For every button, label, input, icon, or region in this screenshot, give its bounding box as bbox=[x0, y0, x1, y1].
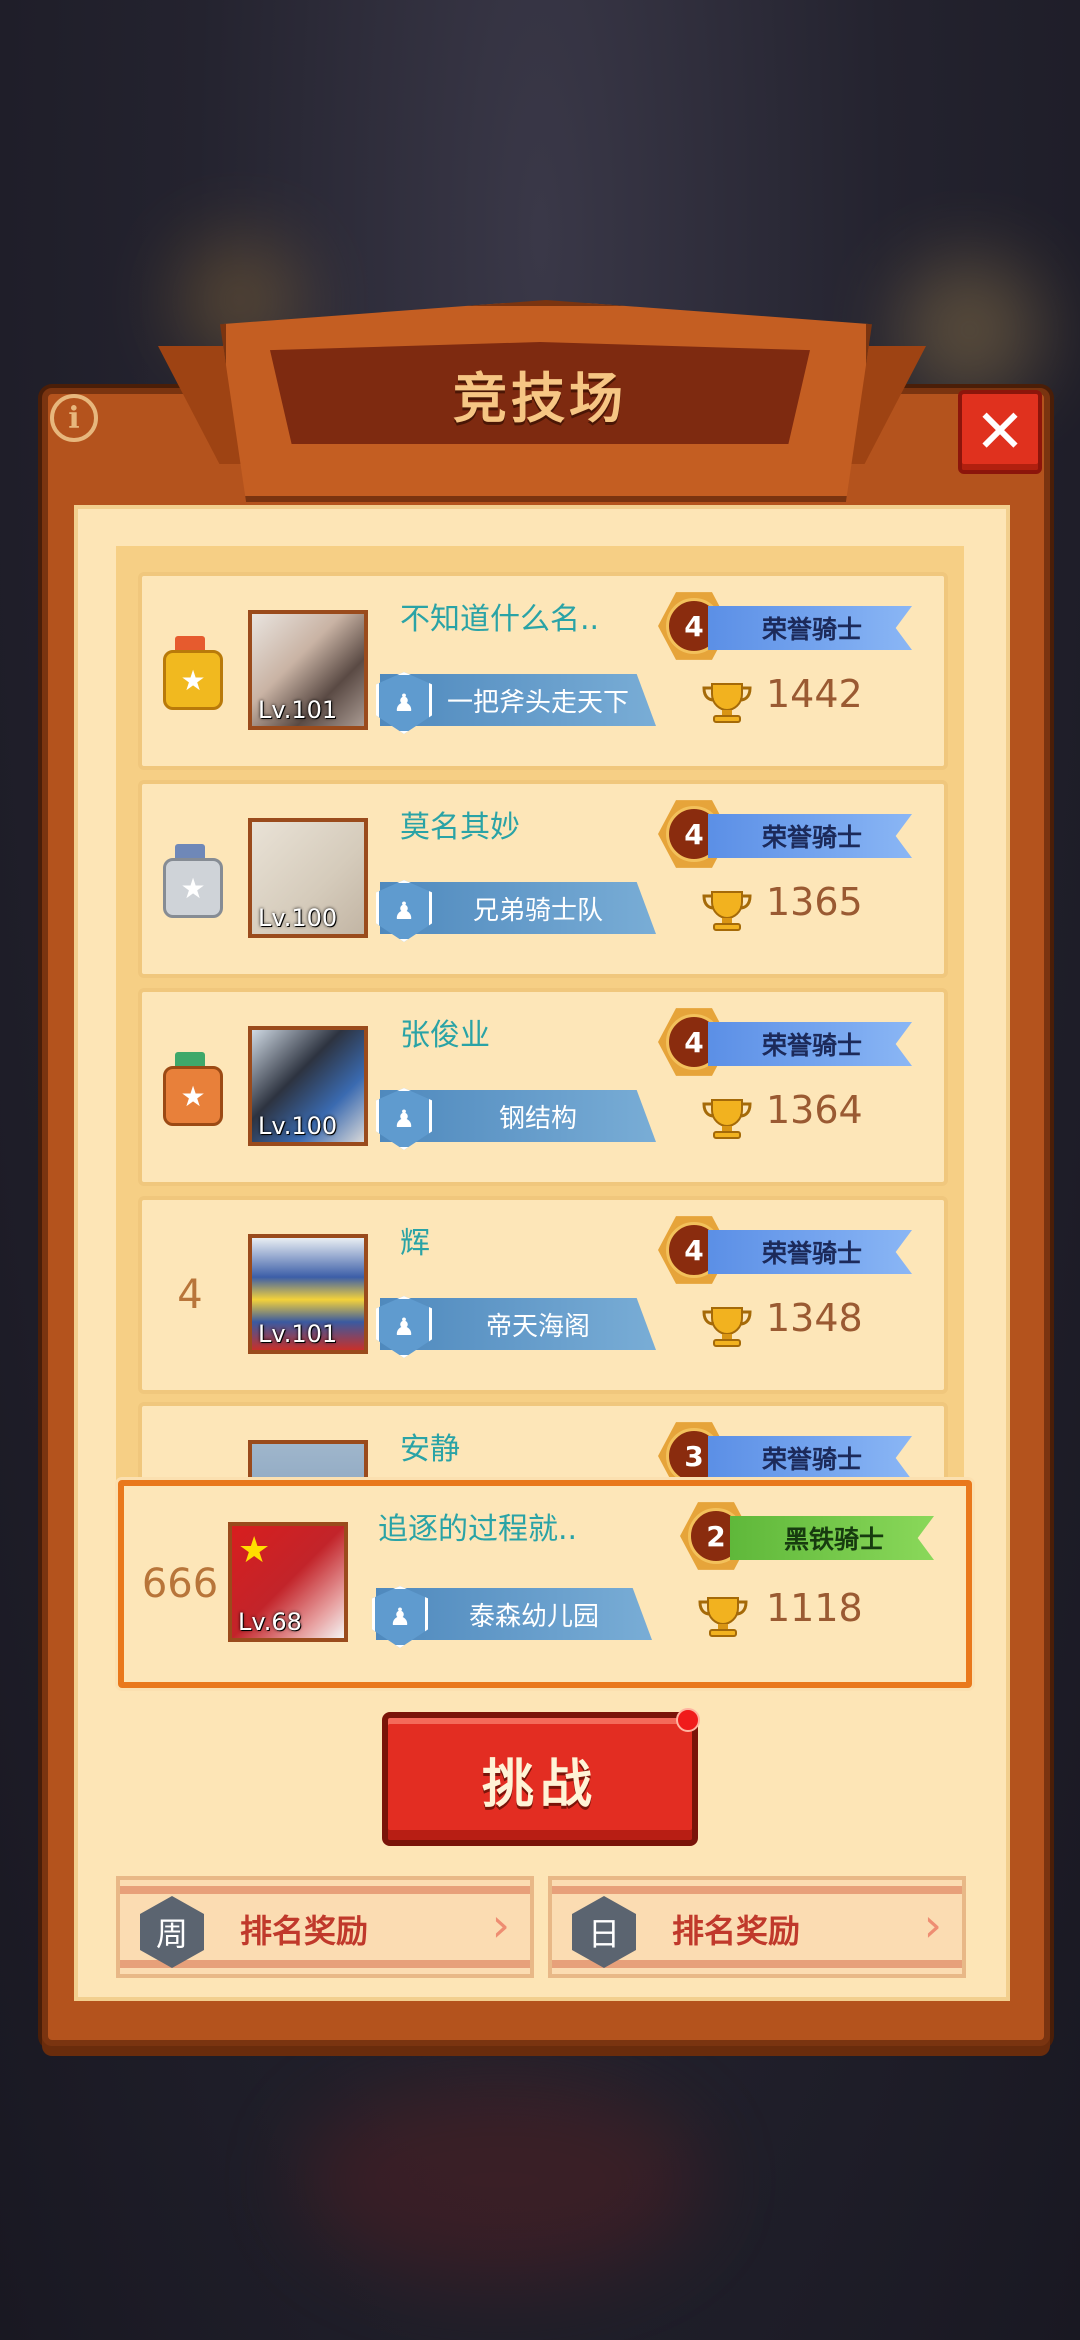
my-knight-title: 黑铁骑士 bbox=[730, 1516, 934, 1560]
ranking-row[interactable]: ★ Lv.101 不知道什么名.. 一把斧头走天下 ♟ 4 荣誉骑士 1442 bbox=[138, 572, 948, 770]
background-light bbox=[300, 2080, 700, 2280]
close-button[interactable]: ✕ bbox=[958, 390, 1042, 474]
challenge-button[interactable]: 挑战 bbox=[382, 1712, 698, 1846]
notification-dot bbox=[676, 1708, 700, 1732]
background-light bbox=[900, 260, 1040, 400]
trophy-score: 1364 bbox=[766, 1088, 863, 1132]
weekly-badge-icon: 周 bbox=[140, 1896, 204, 1968]
rank-cell: ★ bbox=[142, 576, 238, 766]
gold-medal-icon: ★ bbox=[161, 636, 223, 710]
rank-cell: 4 bbox=[142, 1200, 238, 1390]
trophy-score: 1442 bbox=[766, 672, 863, 716]
weekly-reward-label: 排名奖励 bbox=[240, 1912, 369, 1950]
my-level: Lv.68 bbox=[238, 1608, 302, 1636]
player-level: Lv.101 bbox=[258, 1320, 338, 1348]
rank-cell: ★ bbox=[142, 992, 238, 1182]
silver-medal-icon: ★ bbox=[161, 844, 223, 918]
trophy-icon bbox=[702, 1307, 752, 1347]
player-name: 张俊业 bbox=[400, 1018, 490, 1053]
trophy-icon bbox=[702, 891, 752, 931]
info-icon[interactable]: i bbox=[50, 394, 98, 442]
weekly-reward-button[interactable]: 周 排名奖励 › bbox=[116, 1876, 534, 1978]
trophy-score: 1365 bbox=[766, 880, 863, 924]
player-level: Lv.100 bbox=[258, 904, 338, 932]
player-name: 莫名其妙 bbox=[400, 810, 520, 845]
ranking-row[interactable]: ★ Lv.100 莫名其妙 兄弟骑士队 ♟ 4 荣誉骑士 1365 bbox=[138, 780, 948, 978]
player-level: Lv.100 bbox=[258, 1112, 338, 1140]
avatar[interactable]: Lv.100 bbox=[248, 1026, 368, 1146]
ranking-row[interactable]: ★ Lv.100 张俊业 钢结构 ♟ 4 荣誉骑士 1364 bbox=[138, 988, 948, 1186]
knight-title: 荣誉骑士 bbox=[708, 606, 912, 650]
my-avatar[interactable]: ★ Lv.68 bbox=[228, 1522, 348, 1642]
avatar[interactable]: Lv.101 bbox=[248, 610, 368, 730]
trophy-icon bbox=[698, 1597, 748, 1637]
avatar[interactable]: Lv.100 bbox=[248, 818, 368, 938]
bronze-medal-icon: ★ bbox=[161, 1052, 223, 1126]
knight-title: 荣誉骑士 bbox=[708, 1436, 912, 1480]
rank-cell: ★ bbox=[142, 784, 238, 974]
trophy-icon bbox=[702, 683, 752, 723]
trophy-icon bbox=[702, 1099, 752, 1139]
player-name: 辉 bbox=[400, 1226, 430, 1261]
page-title: 竞技场 bbox=[453, 366, 627, 430]
my-name: 追逐的过程就.. bbox=[378, 1512, 578, 1547]
chevron-right-icon: › bbox=[923, 1898, 942, 1952]
daily-badge-icon: 日 bbox=[572, 1896, 636, 1968]
avatar[interactable]: Lv.101 bbox=[248, 1234, 368, 1354]
my-trophy-score: 1118 bbox=[766, 1586, 863, 1630]
ranking-row[interactable]: 4 Lv.101 辉 帝天海阁 ♟ 4 荣誉骑士 1348 bbox=[138, 1196, 948, 1394]
knight-title: 荣誉骑士 bbox=[708, 814, 912, 858]
knight-title: 荣誉骑士 bbox=[708, 1022, 912, 1066]
daily-reward-label: 排名奖励 bbox=[672, 1912, 801, 1950]
rank-number: 4 bbox=[177, 1272, 203, 1318]
daily-reward-button[interactable]: 日 排名奖励 › bbox=[548, 1876, 966, 1978]
chevron-right-icon: › bbox=[491, 1898, 510, 1952]
trophy-score: 1348 bbox=[766, 1296, 863, 1340]
player-name: 不知道什么名.. bbox=[400, 602, 600, 637]
rank-cell: 666 bbox=[124, 1486, 236, 1682]
star-icon: ★ bbox=[238, 1530, 271, 1571]
close-icon: ✕ bbox=[974, 397, 1026, 467]
player-level: Lv.101 bbox=[258, 696, 338, 724]
knight-title: 荣誉骑士 bbox=[708, 1230, 912, 1274]
player-name: 安静 bbox=[400, 1432, 460, 1467]
my-ranking-row[interactable]: 666 ★ Lv.68 追逐的过程就.. 泰森幼儿园 ♟ 2 黑铁骑士 1118 bbox=[118, 1480, 972, 1688]
my-rank-number: 666 bbox=[141, 1561, 219, 1607]
